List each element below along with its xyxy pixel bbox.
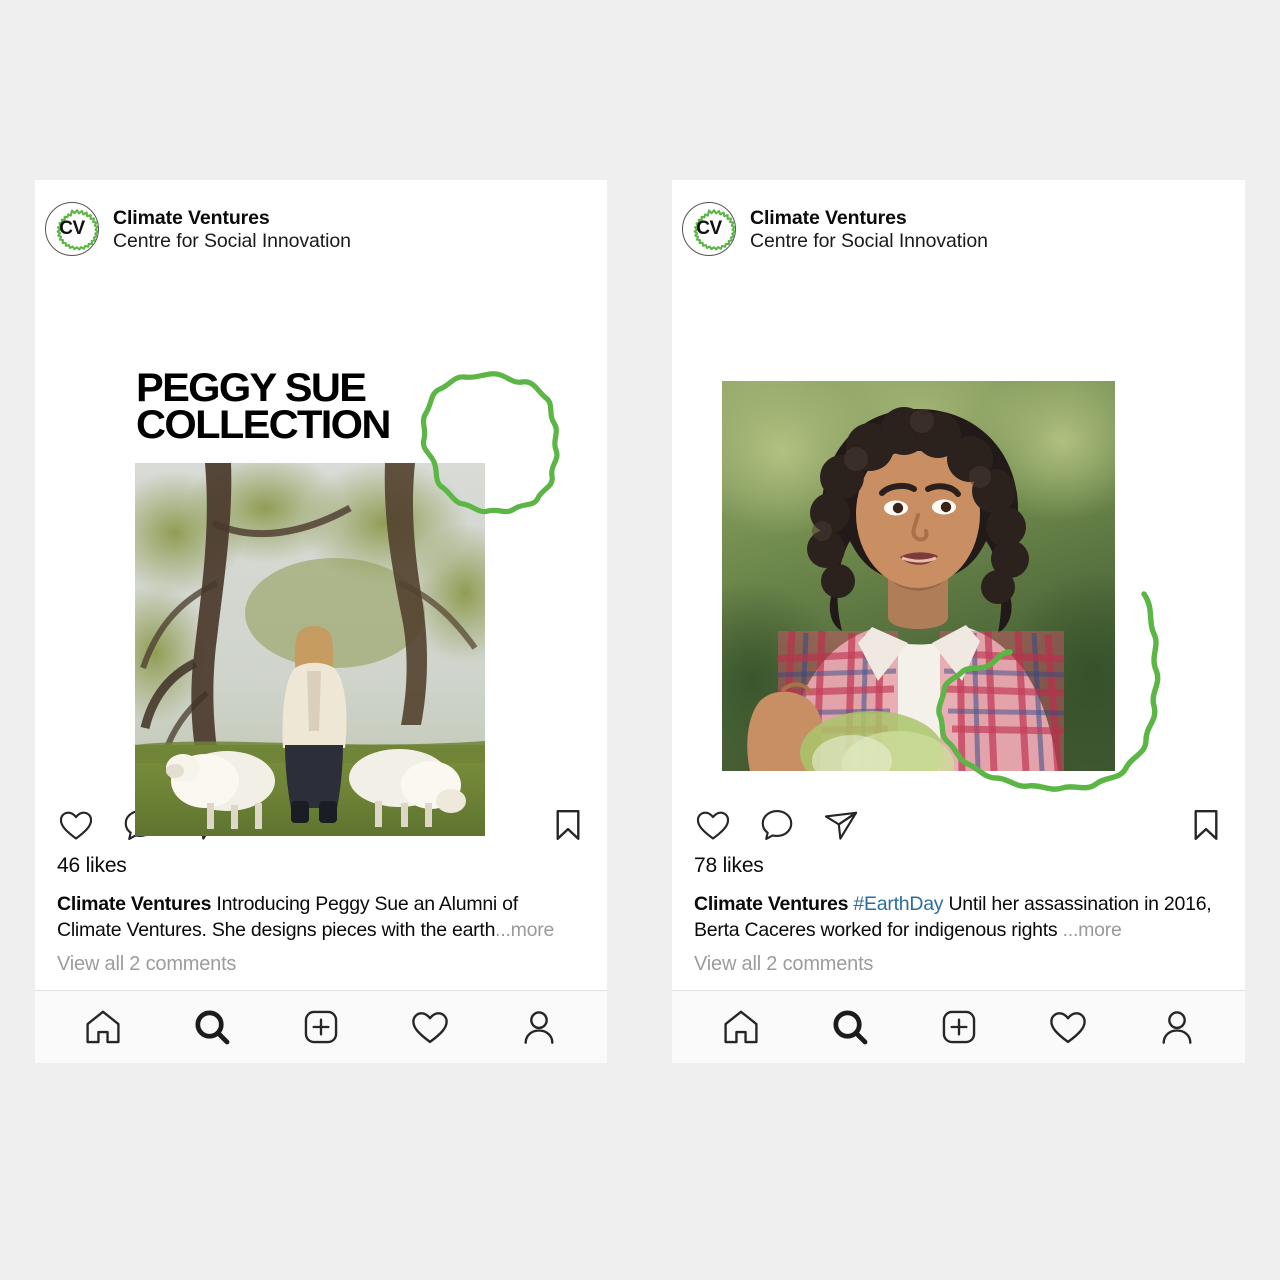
post-media[interactable]: PEGGY SUE COLLECTION xyxy=(35,256,607,836)
bottom-navbar xyxy=(35,990,607,1063)
post-meta: 46 likes Climate Ventures Introducing Pe… xyxy=(35,854,607,990)
heart-icon[interactable] xyxy=(1047,1006,1089,1048)
account-name: Climate Ventures xyxy=(113,206,270,229)
bookmark-icon[interactable] xyxy=(549,806,587,844)
caption-more-link[interactable]: ...more xyxy=(495,919,554,941)
post-header: CV Climate Ventures Centre for Social In… xyxy=(35,180,607,256)
post-meta: 78 likes Climate Ventures #EarthDay Unti… xyxy=(672,854,1245,990)
account-names: Climate Ventures Centre for Social Innov… xyxy=(113,206,351,253)
post-photo[interactable] xyxy=(135,463,485,836)
plus-square-icon[interactable] xyxy=(938,1006,980,1048)
post-card-berta-caceres: CV Climate Ventures Centre for Social In… xyxy=(672,180,1245,1063)
like-icon[interactable] xyxy=(57,806,95,844)
avatar-initials: CV xyxy=(696,218,722,239)
account-subtitle: Centre for Social Innovation xyxy=(750,229,988,252)
avatar-initials: CV xyxy=(59,218,85,239)
home-icon[interactable] xyxy=(82,1006,124,1048)
mockup-stage: CV Climate Ventures Centre for Social In… xyxy=(0,0,1280,1280)
plus-square-icon[interactable] xyxy=(300,1006,342,1048)
heart-icon[interactable] xyxy=(409,1006,451,1048)
likes-count: 78 likes xyxy=(694,854,764,878)
bookmark-icon[interactable] xyxy=(1187,806,1225,844)
account-subtitle: Centre for Social Innovation xyxy=(113,229,351,252)
comment-icon[interactable] xyxy=(758,806,796,844)
avatar[interactable]: CV xyxy=(45,202,99,256)
post-card-peggy-sue: CV Climate Ventures Centre for Social In… xyxy=(35,180,607,1063)
caption-more-link[interactable]: ...more xyxy=(1063,919,1122,941)
view-comments-link[interactable]: View all 2 comments xyxy=(694,953,1223,990)
post-photo-illustration xyxy=(135,463,485,836)
post-actions xyxy=(672,796,1245,854)
media-overlay-title: PEGGY SUE COLLECTION xyxy=(136,366,391,447)
search-icon[interactable] xyxy=(829,1006,871,1048)
account-name: Climate Ventures xyxy=(750,206,907,229)
post-header: CV Climate Ventures Centre for Social In… xyxy=(672,180,1245,256)
caption-username[interactable]: Climate Ventures xyxy=(57,893,211,915)
post-photo[interactable] xyxy=(722,381,1115,771)
view-comments-link[interactable]: View all 2 comments xyxy=(57,953,585,990)
caption-username[interactable]: Climate Ventures xyxy=(694,893,848,915)
likes-count: 46 likes xyxy=(57,854,127,878)
like-icon[interactable] xyxy=(694,806,732,844)
person-icon[interactable] xyxy=(518,1006,560,1048)
person-icon[interactable] xyxy=(1156,1006,1198,1048)
home-icon[interactable] xyxy=(720,1006,762,1048)
account-names: Climate Ventures Centre for Social Innov… xyxy=(750,206,988,253)
post-caption: Climate Ventures #EarthDay Until her ass… xyxy=(694,892,1223,943)
search-icon[interactable] xyxy=(191,1006,233,1048)
share-icon[interactable] xyxy=(822,806,860,844)
post-media[interactable] xyxy=(672,256,1245,796)
avatar[interactable]: CV xyxy=(682,202,736,256)
caption-hashtag[interactable]: #EarthDay xyxy=(853,893,943,915)
bottom-navbar xyxy=(672,990,1245,1063)
post-photo-illustration xyxy=(722,381,1115,771)
post-caption: Climate Ventures Introducing Peggy Sue a… xyxy=(57,892,585,943)
